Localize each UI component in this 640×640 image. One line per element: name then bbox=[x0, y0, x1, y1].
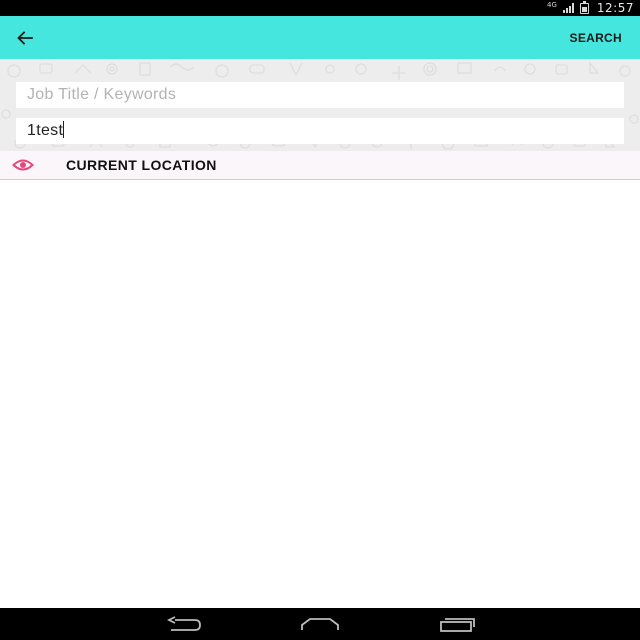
search-button[interactable]: SEARCH bbox=[570, 31, 622, 45]
signal-icon bbox=[562, 3, 574, 13]
nav-recents-button[interactable] bbox=[437, 608, 477, 640]
status-bar: 4G 12:57 bbox=[0, 0, 640, 16]
network-type-label: 4G bbox=[547, 1, 557, 9]
location-input[interactable]: 1test bbox=[16, 118, 624, 144]
app-bar: SEARCH bbox=[0, 16, 640, 59]
recents-icon bbox=[440, 618, 475, 632]
current-location-label: CURRENT LOCATION bbox=[66, 157, 217, 173]
keywords-placeholder: Job Title / Keywords bbox=[27, 86, 177, 103]
status-clock: 12:57 bbox=[596, 1, 634, 15]
nav-home-button[interactable] bbox=[300, 608, 340, 640]
status-icons: 4G bbox=[547, 0, 589, 14]
eye-icon bbox=[12, 158, 34, 172]
arrow-left-icon bbox=[17, 30, 33, 45]
keywords-input[interactable]: Job Title / Keywords bbox=[16, 82, 624, 108]
back-button[interactable] bbox=[17, 16, 61, 59]
search-form-panel: Job Title / Keywords 1test bbox=[0, 59, 640, 151]
current-location-item[interactable]: CURRENT LOCATION bbox=[0, 151, 640, 180]
text-caret bbox=[63, 121, 65, 138]
location-input-value: 1test bbox=[27, 122, 64, 139]
back-icon bbox=[166, 616, 201, 631]
nav-back-button[interactable] bbox=[164, 608, 204, 640]
system-navigation-bar bbox=[0, 608, 640, 640]
home-icon bbox=[301, 618, 339, 630]
battery-icon bbox=[579, 0, 589, 14]
